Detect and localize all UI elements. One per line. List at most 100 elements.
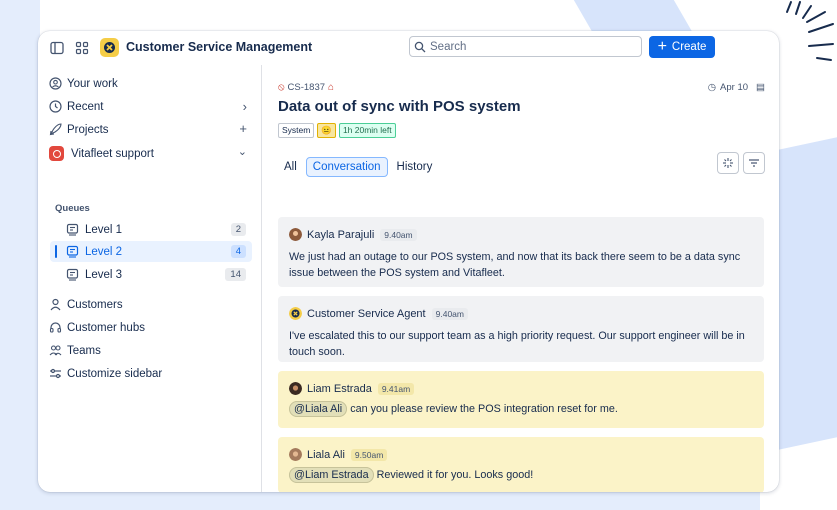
chevron-down-icon[interactable]: ⌄: [238, 145, 247, 158]
ticket-tags: System 😐 1h 20min left: [278, 123, 396, 138]
sidebar-item-level-3[interactable]: Level 3 14: [50, 264, 252, 285]
sidebar-item-customers[interactable]: Customers: [49, 298, 123, 311]
agent-logo-icon: [289, 307, 302, 320]
message-header: Liam Estrada 9.41am: [289, 382, 415, 395]
chevron-right-icon[interactable]: ›: [243, 99, 247, 114]
avatar: [289, 228, 302, 241]
plus-icon: +: [657, 38, 667, 55]
ticket-date: ◷ Apr 10 ▤: [708, 82, 765, 93]
message-time: 9.40am: [380, 228, 417, 241]
clock-icon: ◷: [707, 82, 717, 93]
ticket-id-text: CS-1837: [287, 82, 326, 93]
sidebar-item-vitafleet-support[interactable]: Vitafleet support: [49, 146, 154, 161]
sidebar-item-your-work[interactable]: Your work: [49, 77, 118, 90]
tab-all[interactable]: All: [278, 158, 303, 176]
people-icon: [49, 345, 62, 356]
ticket-key[interactable]: ⦸ CS-1837 ⌂: [278, 82, 334, 93]
date-text: Apr 10: [720, 82, 749, 93]
search-icon: [414, 41, 426, 53]
activity-tabs: All Conversation History: [278, 157, 438, 177]
sidebar-item-teams[interactable]: Teams: [49, 344, 101, 357]
rocket-icon: [49, 123, 62, 136]
background-shape: [0, 0, 40, 500]
ticket-title: Data out of sync with POS system: [278, 98, 521, 115]
app-switcher-icon[interactable]: [75, 41, 89, 55]
tab-history[interactable]: History: [391, 158, 439, 176]
message-body: @Liam Estrada Reviewed it for you. Looks…: [289, 467, 750, 483]
message-time: 9.50am: [350, 448, 388, 461]
level-label: Level 3: [85, 268, 123, 281]
message-author: Liam Estrada: [307, 382, 372, 395]
message-author: Kayla Parajuli: [307, 228, 375, 241]
sparkle-button[interactable]: [717, 152, 739, 174]
sidebar-item-label: Teams: [67, 344, 101, 357]
sidebar-item-label: Recent: [67, 100, 104, 113]
ticket-panel: ⦸ CS-1837 ⌂ ◷ Apr 10 ▤ Data out of sync …: [262, 65, 779, 492]
search-input[interactable]: [409, 36, 642, 57]
message-text: can you please review the POS integratio…: [350, 403, 618, 415]
priority-icon: ⦸: [278, 82, 285, 93]
sidebar-item-label: Projects: [67, 123, 109, 136]
sidebar-item-level-2[interactable]: Level 2 4: [50, 241, 252, 262]
project-logo-icon: [49, 146, 64, 161]
headset-icon: [49, 322, 62, 333]
message-author: Liala Ali: [307, 448, 345, 461]
count-badge: 14: [225, 268, 246, 281]
sidebar-item-projects[interactable]: Projects: [49, 123, 109, 136]
avatar: [289, 448, 302, 461]
sidebar-item-customize-sidebar[interactable]: Customize sidebar: [49, 367, 162, 380]
message-card: Liala Ali 9.50am @Liam Estrada Reviewed …: [278, 437, 764, 492]
sidebar-item-label: Customer hubs: [67, 321, 145, 334]
app-window: Customer Service Management + Create You…: [38, 31, 779, 492]
message-header: Liala Ali 9.50am: [289, 448, 388, 461]
tag-system: System: [278, 123, 315, 138]
tag-sentiment: 😐: [317, 123, 336, 138]
add-project-icon[interactable]: +: [239, 121, 247, 136]
brand-logo-icon: [100, 38, 119, 57]
filter-icon: [749, 159, 759, 167]
level-label: Level 1: [85, 223, 123, 236]
sidebar-item-label: Customers: [67, 298, 123, 311]
message-time: 9.41am: [377, 382, 415, 395]
queue-icon: [66, 268, 79, 281]
sidebar-item-customer-hubs[interactable]: Customer hubs: [49, 321, 145, 334]
sliders-icon: [50, 368, 61, 379]
user-circle-icon: [49, 77, 62, 90]
mention-chip[interactable]: @Liam Estrada: [289, 467, 374, 483]
create-button-label: Create: [671, 41, 707, 53]
calendar-icon[interactable]: ▤: [756, 82, 765, 93]
count-badge: 2: [230, 223, 246, 236]
message-text: Reviewed it for you. Looks good!: [376, 469, 534, 481]
message-card: Customer Service Agent 9.40am I've escal…: [278, 296, 764, 362]
avatar: [289, 382, 302, 395]
queue-icon: [66, 245, 79, 258]
tab-conversation[interactable]: Conversation: [305, 157, 388, 177]
sidebar-item-recent[interactable]: Recent: [49, 100, 103, 113]
message-time: 9.40am: [431, 307, 468, 320]
sidebar-toggle-icon[interactable]: [50, 41, 64, 55]
sidebar-item-label: Vitafleet support: [71, 147, 154, 160]
level-label: Level 2: [85, 245, 123, 258]
app-name: Customer Service Management: [126, 40, 313, 54]
message-body: We just had an outage to our POS system,…: [289, 251, 741, 279]
message-body: @Liala Ali can you please review the POS…: [289, 401, 750, 417]
bookmark-icon: ⌂: [328, 82, 335, 93]
filter-button[interactable]: [743, 152, 765, 174]
create-button[interactable]: + Create: [649, 36, 715, 58]
sidebar-item-label: Your work: [67, 77, 118, 90]
clock-icon: [49, 100, 62, 113]
message-author: Customer Service Agent: [307, 307, 426, 320]
message-body: I've escalated this to our support team …: [289, 330, 745, 358]
person-icon: [50, 298, 61, 311]
message-card: Kayla Parajuli 9.40am We just had an out…: [278, 217, 764, 287]
sidebar-item-level-1[interactable]: Level 1 2: [50, 219, 252, 240]
top-bar: Customer Service Management + Create: [38, 31, 779, 65]
message-header: Kayla Parajuli 9.40am: [289, 228, 417, 241]
queue-icon: [66, 223, 79, 236]
mention-chip[interactable]: @Liala Ali: [289, 401, 348, 417]
sparkle-icon: [723, 158, 733, 168]
sla-timer-badge: 1h 20min left: [338, 123, 396, 138]
message-card: Liam Estrada 9.41am @Liala Ali can you p…: [278, 371, 764, 428]
message-header: Customer Service Agent 9.40am: [289, 307, 468, 320]
sidebar: Your work Recent › Projects + Vitafleet …: [38, 65, 262, 492]
